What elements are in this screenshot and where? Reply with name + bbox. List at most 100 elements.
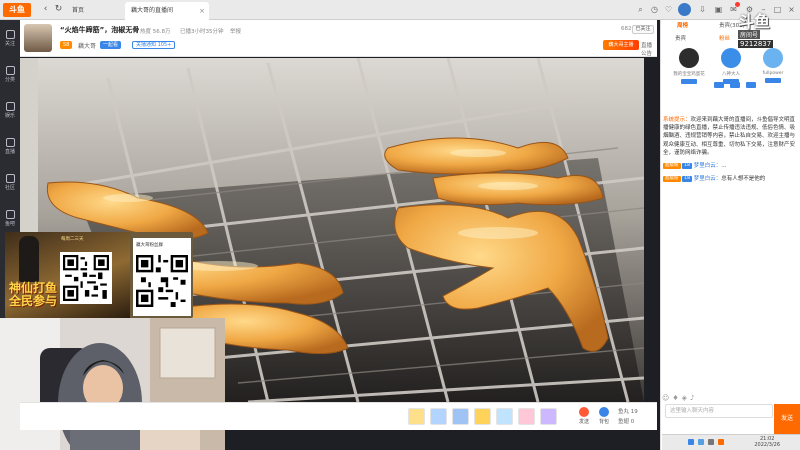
system-tray: 21:02 2022/3/26	[662, 434, 800, 450]
fan-badge	[714, 82, 724, 88]
tab-home[interactable]: 首页	[66, 2, 124, 20]
gift-plane-icon[interactable]	[430, 408, 447, 425]
chat-nick[interactable]: 梦里白云：	[694, 176, 722, 182]
duration-stat: 已播3小时35分钟	[180, 29, 224, 35]
user-fan-badge: 超级粉	[663, 175, 681, 182]
rank-item[interactable]: fullpower	[757, 48, 789, 83]
send-chat-button[interactable]: 发送	[774, 404, 800, 434]
tray-app-icon[interactable]	[688, 439, 694, 445]
tv-icon	[5, 138, 15, 147]
shield-icon[interactable]: ◈	[682, 394, 690, 402]
chat-tools: ☺♦◈♪	[662, 394, 697, 402]
rank-name: fullpower	[762, 71, 784, 76]
backpack-label: 背包	[598, 419, 609, 425]
nav-label: 分类	[4, 77, 15, 83]
anchor-level-badge: 58	[60, 41, 73, 49]
tab-room-label: 藕大哥的直播间	[131, 7, 174, 14]
send-gift-button[interactable]: 发送	[576, 407, 592, 425]
tray-douyu-icon[interactable]	[718, 439, 724, 445]
chat-input[interactable]: 这里输入聊天内容	[665, 404, 773, 418]
follow-button[interactable]: 已关注	[632, 25, 654, 34]
qr-caption: 藕大哥粉丝群	[136, 243, 163, 248]
chat-nick[interactable]: 梦里白云：	[694, 163, 722, 169]
fish-fin-count: 鱼翅 0	[618, 419, 635, 425]
nav-follow[interactable]: 关注	[0, 26, 20, 52]
heart-icon[interactable]: ♡	[663, 4, 674, 15]
gift-box-icon[interactable]	[540, 408, 557, 425]
rank-name: 八神大人	[722, 72, 740, 77]
watermark-room-number: 9212837	[738, 40, 774, 48]
close-tab-icon[interactable]: ×	[199, 2, 205, 20]
fans-badge[interactable]: 关播通知 105+	[132, 41, 176, 49]
system-tag: 系统提示：	[663, 117, 691, 123]
chat-message[interactable]: 超级粉 18 梦里白云：...	[663, 162, 797, 170]
rank-avatar	[679, 48, 699, 68]
nav-label: 关注	[4, 41, 15, 47]
rank-item[interactable]: 我的宝宝鸡蛋花	[673, 48, 705, 84]
tray-network-icon[interactable]	[698, 439, 704, 445]
title-bar: 斗鱼 ‹ ↻ 首页 藕大哥的直播间 × ⌕ ◷ ♡ ⇩ ▣ ✉ ⚙ – □ ×	[0, 0, 800, 20]
qr-pattern	[63, 255, 109, 301]
bell-icon[interactable]: ♪	[690, 394, 697, 402]
fish-icon	[5, 210, 15, 219]
grid-icon	[5, 66, 15, 75]
tab-vip[interactable]: 贵宾	[675, 34, 686, 42]
nav-fishbar[interactable]: 鱼吧	[0, 206, 20, 232]
hot-stat: 热度 56.8万	[140, 29, 171, 35]
qr-code-wechat	[60, 252, 112, 304]
box-icon[interactable]: ▣	[713, 4, 724, 15]
anchor-promo-tag[interactable]: 藕大哥主播	[603, 40, 639, 50]
rank-item[interactable]: 八神大人	[715, 48, 747, 84]
anchor-name[interactable]: 藕大哥	[78, 41, 96, 50]
tray-volume-icon[interactable]	[708, 439, 714, 445]
chat-list[interactable]: 系统提示：欢迎来到藕大哥的直播间，斗鱼倡导文明直播健康的绿色直播，禁止传播违法违…	[663, 116, 797, 412]
chat-text: ...	[721, 163, 727, 170]
qr-pattern	[136, 255, 188, 307]
user-level-badge: 18	[682, 162, 692, 169]
tab-week-rank[interactable]: 周榜	[677, 21, 688, 29]
douyu-logo[interactable]: 斗鱼	[3, 3, 31, 17]
tray-clock: 21:02 2022/3/26	[754, 436, 780, 448]
gift-cake-icon[interactable]	[496, 408, 513, 425]
chat-text: 总有人想不是他的	[721, 176, 766, 183]
anchor-avatar[interactable]	[24, 24, 52, 52]
gift-icon[interactable]: ♦	[672, 394, 681, 402]
nav-category[interactable]: 分类	[0, 62, 20, 88]
history-icon[interactable]: ◷	[649, 4, 660, 15]
app-window: 斗鱼 ‹ ↻ 首页 藕大哥的直播间 × ⌕ ◷ ♡ ⇩ ▣ ✉ ⚙ – □ × …	[0, 0, 800, 450]
tab-fans[interactable]: 粉丝	[719, 34, 730, 42]
user-avatar[interactable]	[678, 3, 691, 16]
gift-car-icon[interactable]	[452, 408, 469, 425]
refresh-icon[interactable]: ↻	[53, 4, 64, 15]
chat-icon	[5, 174, 15, 183]
nav-entertainment[interactable]: 娱乐	[0, 98, 20, 124]
send-gift-label: 发送	[578, 419, 589, 425]
emoji-icon[interactable]: ☺	[662, 394, 672, 402]
user-fan-badge: 超级粉	[663, 162, 681, 169]
room-title: “火焰牛蹄筋”，泡椒无骨	[60, 26, 140, 34]
download-icon[interactable]: ⇩	[697, 4, 708, 15]
nav-community[interactable]: 社区	[0, 170, 20, 196]
nav-label: 社区	[4, 185, 15, 191]
announcement-link[interactable]: 直播公告	[641, 41, 657, 57]
promo-overlay[interactable]: 每周二三天 神仙打鱼 全民参与 藕大哥粉丝群	[5, 232, 193, 318]
douyu-watermark: 斗鱼 房间号 9212837	[738, 14, 788, 50]
fan-badge	[746, 82, 756, 88]
gift-candy-icon[interactable]	[518, 408, 535, 425]
nav-live[interactable]: 直播	[0, 134, 20, 160]
watch-together-badge[interactable]: 一起看	[100, 41, 122, 49]
user-level-badge: 18	[682, 175, 692, 182]
gift-rocket-icon[interactable]	[408, 408, 425, 425]
tab-room[interactable]: 藕大哥的直播间 ×	[125, 2, 209, 20]
back-icon[interactable]: ‹	[40, 4, 51, 15]
fish-ball-count: 鱼丸 19	[618, 409, 638, 415]
promo-tag: 每周二三天	[61, 237, 84, 242]
search-icon[interactable]: ⌕	[635, 4, 646, 15]
backpack-button[interactable]: 背包	[596, 407, 612, 425]
gift-stick-icon[interactable]	[474, 408, 491, 425]
report-link[interactable]: 举报	[230, 27, 241, 35]
nav-label: 直播	[4, 149, 15, 155]
watermark-logo: 斗鱼	[738, 12, 771, 31]
chat-message[interactable]: 超级粉 18 梦里白云：总有人想不是他的	[663, 175, 797, 183]
promo-slogan-line2: 全民参与	[9, 294, 58, 308]
